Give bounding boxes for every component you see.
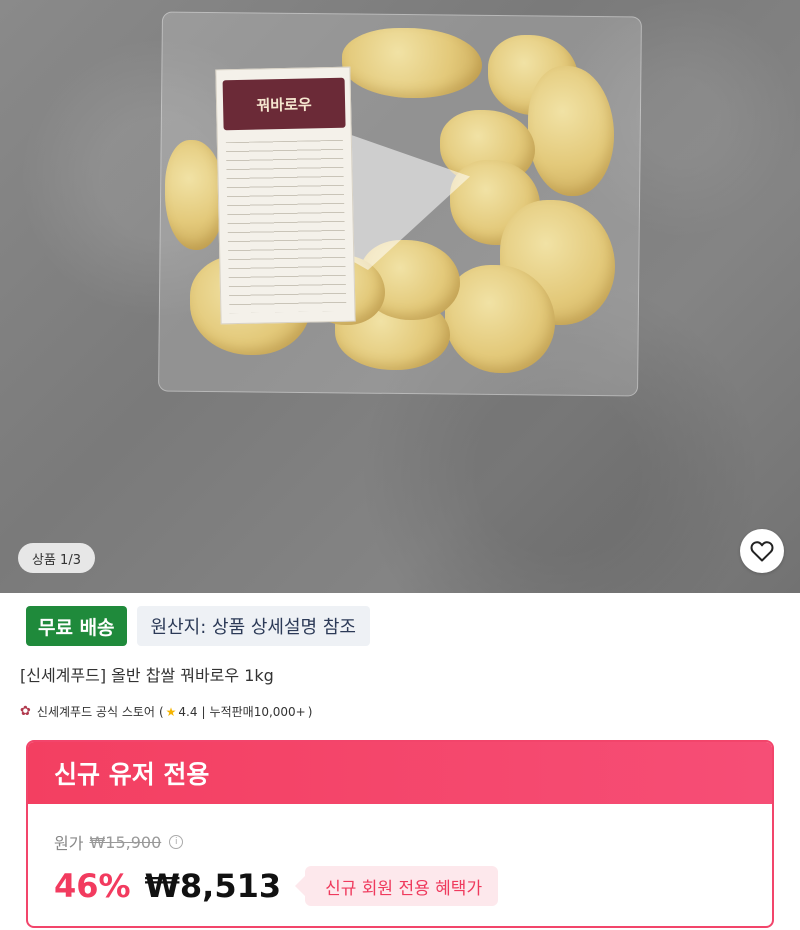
product-tags: 무료 배송 원산지: 상품 상세설명 참조 xyxy=(26,606,370,646)
product-title: [신세계푸드] 올반 찹쌀 꿔바로우 1kg xyxy=(20,666,274,685)
open-paren: ( xyxy=(158,704,164,719)
promo-header: 신규 유저 전용 xyxy=(28,742,772,804)
benefit-tag: 신규 회원 전용 혜택가 xyxy=(295,866,499,906)
nugget xyxy=(342,28,482,98)
origin-badge: 원산지: 상품 상세설명 참조 xyxy=(136,606,370,646)
star-icon: ★ xyxy=(165,704,177,719)
info-icon[interactable]: i xyxy=(169,835,184,849)
product-image[interactable]: 꿔바로우 상품 1/3 xyxy=(0,0,800,593)
image-page-indicator: 상품 1/3 xyxy=(18,543,95,573)
original-price-row: 원가 ₩15,900 i xyxy=(54,830,184,854)
package-label-title: 꿔바로우 xyxy=(222,77,346,131)
store-link[interactable]: ✿ 신세계푸드 공식 스토어 ( ★ 4.4 | 누적판매10,000+ ) xyxy=(20,703,312,720)
store-name: 신세계푸드 공식 스토어 xyxy=(36,705,155,719)
sale-price-row: 46% ₩8,513 신규 회원 전용 혜택가 xyxy=(54,866,499,906)
store-sales: 누적판매10,000+ xyxy=(209,705,306,719)
package-label: 꿔바로우 xyxy=(215,66,356,325)
original-price-label: 원가 xyxy=(54,834,84,853)
heart-icon xyxy=(750,541,774,562)
original-price: ₩15,900 xyxy=(89,832,162,852)
discount-percent: 46% xyxy=(54,867,131,905)
free-shipping-badge: 무료 배송 xyxy=(26,606,127,646)
store-rating: 4.4 xyxy=(178,704,198,719)
flower-icon: ✿ xyxy=(20,704,31,719)
close-paren: ) xyxy=(307,704,313,719)
wishlist-button[interactable] xyxy=(740,529,784,573)
store-separator: | xyxy=(201,704,206,719)
sale-price: ₩8,513 xyxy=(144,867,282,905)
package-label-text xyxy=(225,139,347,314)
promo-box: 신규 유저 전용 원가 ₩15,900 i 46% ₩8,513 신규 회원 전… xyxy=(26,740,774,928)
